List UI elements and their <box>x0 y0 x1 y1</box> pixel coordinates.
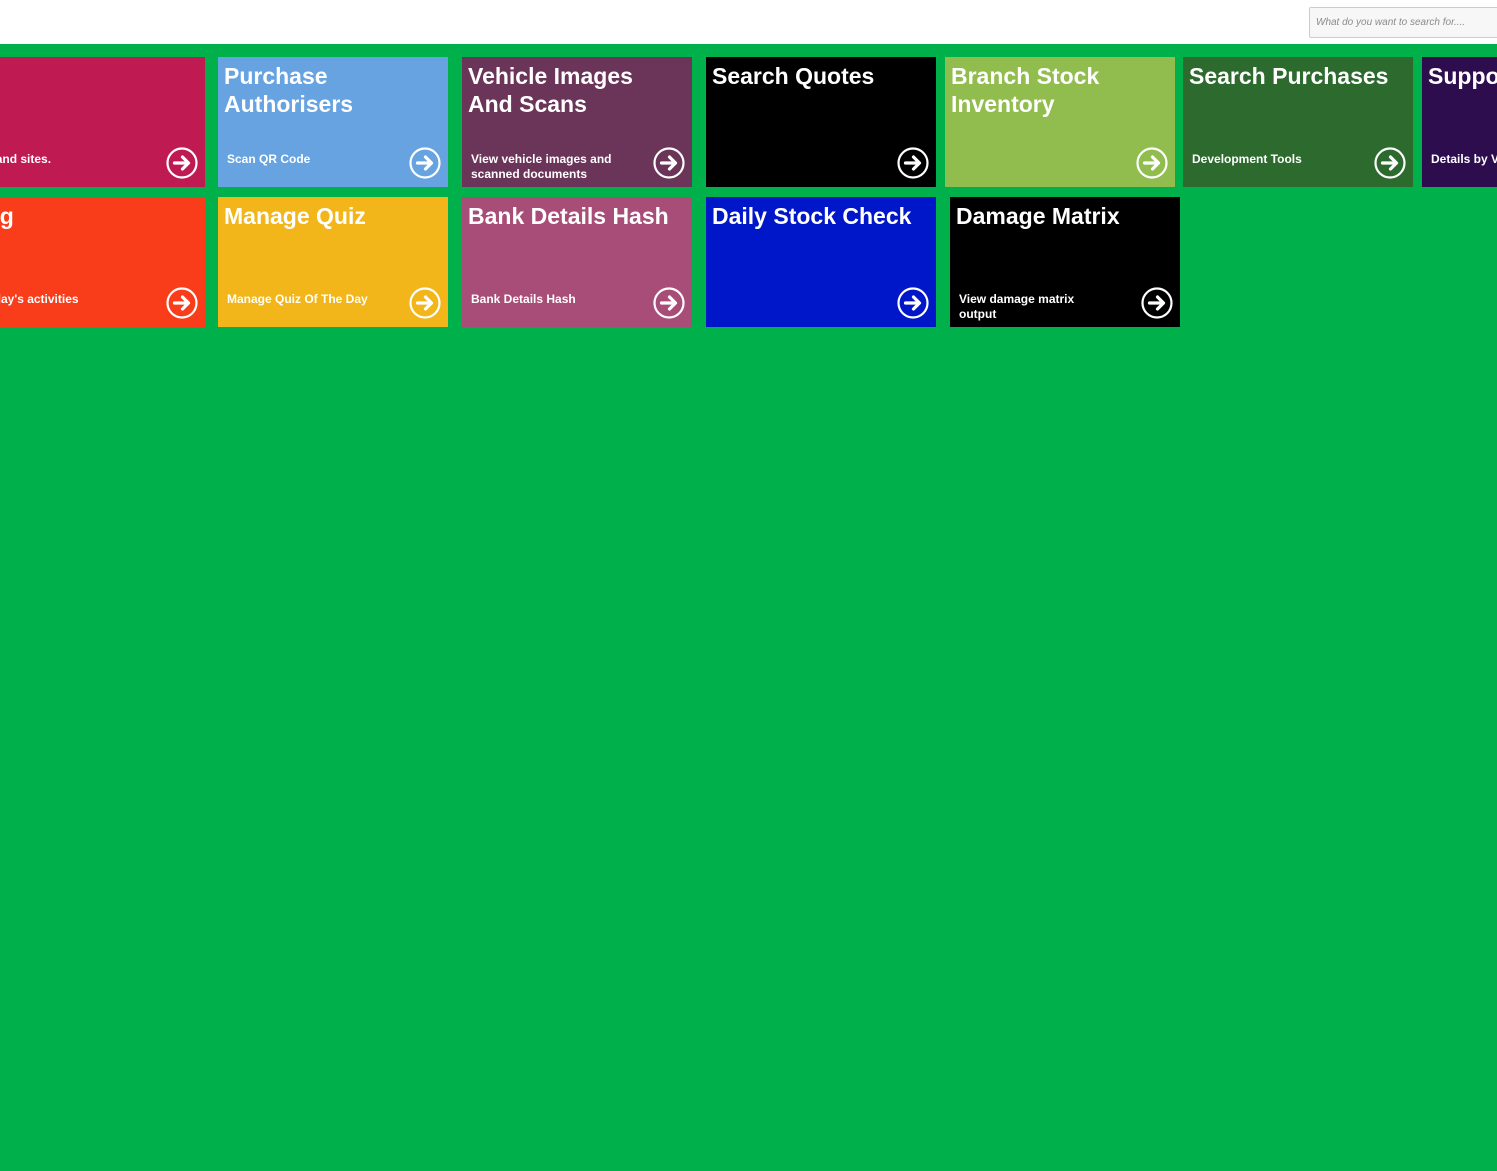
tile-vehicle-images-and-scans[interactable]: Vehicle Images And Scans View vehicle im… <box>462 57 692 187</box>
tile-branch-stock-inventory[interactable]: Branch Stock Inventory <box>945 57 1175 187</box>
tile-daily-stock-check[interactable]: Daily Stock Check <box>706 197 936 327</box>
tile-title: Search Quotes <box>712 63 875 89</box>
arrow-right-circle-icon[interactable] <box>1141 287 1173 319</box>
tile-description: Manage Quiz Of The Day <box>227 292 368 306</box>
tile-title: Damage Matrix <box>956 203 1120 229</box>
tile-description: w & edit today's activities <box>0 292 79 306</box>
top-bar <box>0 0 1497 44</box>
arrow-right-circle-icon[interactable] <box>166 147 198 179</box>
tile-title: Search Purchases <box>1189 63 1389 89</box>
arrow-right-circle-icon[interactable] <box>409 147 441 179</box>
tile-purchase-authorisers[interactable]: Purchase Authorisers Scan QR Code <box>218 57 448 187</box>
tile-title: Manage Quiz <box>224 203 366 229</box>
arrow-right-circle-icon[interactable] <box>409 287 441 319</box>
tile-title: Bank Details Hash <box>468 203 669 229</box>
arrow-right-circle-icon[interactable] <box>166 287 198 319</box>
arrow-right-circle-icon[interactable] <box>653 147 685 179</box>
tile-admin[interactable]: dmin nage team and sites. <box>0 57 205 187</box>
tile-bank-details-hash[interactable]: Bank Details Hash Bank Details Hash <box>462 197 692 327</box>
tile-description: View vehicle images and scanned document… <box>471 152 612 181</box>
arrow-right-circle-icon[interactable] <box>897 287 929 319</box>
arrow-right-circle-icon[interactable] <box>1374 147 1406 179</box>
tile-support[interactable]: Suppo Details by V etc. <box>1422 57 1497 187</box>
tile-title: Suppo <box>1428 63 1497 89</box>
tile-description: Development Tools <box>1192 152 1302 166</box>
tile-description: Scan QR Code <box>227 152 311 166</box>
tile-search-purchases[interactable]: Search Purchases Development Tools <box>1183 57 1413 187</box>
arrow-right-circle-icon[interactable] <box>1136 147 1168 179</box>
tile-damage-matrix[interactable]: Damage Matrix View damage matrix output <box>950 197 1180 327</box>
tile-title: me Log <box>0 203 14 229</box>
tile-description: Bank Details Hash <box>471 292 576 306</box>
tile-title: Vehicle Images And Scans <box>468 63 633 117</box>
tile-description: nage team and sites. <box>0 152 52 166</box>
tile-description: Details by V etc. <box>1431 152 1497 166</box>
tile-description: View damage matrix output <box>959 292 1075 321</box>
tile-time-log[interactable]: me Log w & edit today's activities <box>0 197 205 327</box>
arrow-right-circle-icon[interactable] <box>897 147 929 179</box>
tile-title: Branch Stock Inventory <box>951 63 1100 117</box>
search-input[interactable] <box>1309 7 1497 38</box>
tile-title: Daily Stock Check <box>712 203 912 229</box>
tile-title: Purchase Authorisers <box>224 63 354 117</box>
tile-manage-quiz[interactable]: Manage Quiz Manage Quiz Of The Day <box>218 197 448 327</box>
tile-search-quotes[interactable]: Search Quotes <box>706 57 936 187</box>
arrow-right-circle-icon[interactable] <box>653 287 685 319</box>
